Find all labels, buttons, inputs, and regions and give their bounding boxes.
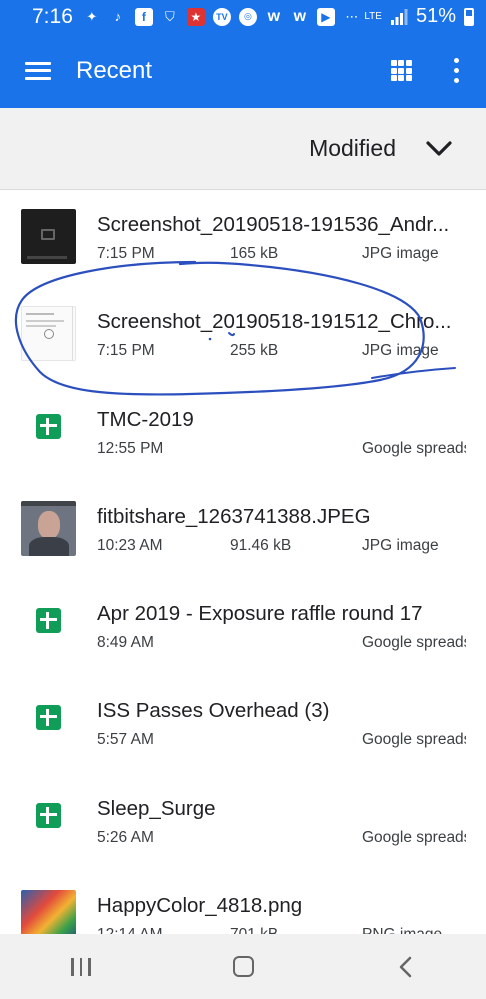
file-list: Screenshot_20190518-191536_Andr... 7:15 …: [0, 191, 486, 969]
file-name: Screenshot_20190518-191536_Andr...: [97, 213, 450, 236]
battery-fill: [466, 16, 472, 24]
tv-icon: TV: [212, 7, 231, 26]
file-name: Apr 2019 - Exposure raffle round 17: [97, 602, 423, 626]
sheets-icon: [36, 802, 61, 828]
file-row[interactable]: fitbitshare_1263741388.JPEG 10:23 AM 91.…: [0, 483, 486, 580]
magic-wand-icon: ✦: [86, 8, 98, 24]
file-name: Sleep_Surge: [97, 796, 216, 820]
file-type: Google spreadsheet: [362, 439, 466, 457]
sheets-icon: [36, 608, 61, 634]
back-button[interactable]: [324, 934, 486, 999]
grid-view-button[interactable]: [376, 33, 426, 108]
file-name: fitbitshare_1263741388.JPEG: [97, 504, 371, 528]
status-right: LTE 51%: [364, 5, 474, 28]
file-name: TMC-2019: [97, 407, 194, 431]
file-row[interactable]: Screenshot_20190518-191536_Andr... 7:15 …: [0, 191, 486, 288]
file-type: JPG image: [362, 245, 439, 262]
file-time: 7:15 PM: [97, 342, 155, 360]
file-type: Google spreadsheet: [362, 828, 466, 846]
network-type: LTE: [364, 10, 382, 22]
app-bar: Recent: [0, 33, 486, 108]
w-icon: w: [293, 7, 307, 25]
more-notifications-icon: ⋯: [345, 8, 359, 24]
file-row[interactable]: ISS Passes Overhead (3) 5:57 AM Google s…: [0, 677, 486, 774]
drive-recent-screen: 7:16 ✦ ♪ f ⛉ ★ TV ◎ w w ▶ ⋯ LTE 51% Rece…: [0, 0, 486, 999]
battery-icon: [464, 7, 474, 26]
home-icon: [232, 956, 254, 977]
file-type: Google spreadsheet: [362, 634, 466, 652]
menu-button[interactable]: [0, 33, 76, 108]
file-size: 165 kB: [230, 245, 279, 262]
screenshot-light-thumbnail: [21, 306, 76, 362]
file-row[interactable]: TMC-2019 12:55 PM Google spreadsheet: [0, 386, 486, 483]
file-type: JPG image: [362, 342, 439, 360]
file-name: HappyColor_4818.png: [97, 894, 303, 918]
file-row[interactable]: Sleep_Surge 5:26 AM Google spreadsheet: [0, 775, 486, 872]
signal-icon: [390, 8, 408, 26]
status-time: 7:16: [32, 4, 73, 28]
more-options-button[interactable]: [426, 33, 486, 108]
notification-icons: ✦ ♪ f ⛉ ★ TV ◎ w w ▶ ⋯: [83, 7, 361, 26]
home-button[interactable]: [162, 934, 324, 999]
w-icon: w: [267, 7, 281, 25]
file-time: 8:49 AM: [97, 634, 154, 652]
file-size: 91.46 kB: [230, 536, 292, 554]
sort-bar[interactable]: Modified: [0, 108, 486, 190]
file-type: Google spreadsheet: [362, 731, 466, 749]
photo-thumbnail: [21, 500, 76, 556]
file-row[interactable]: Screenshot_20190518-191512_Chro... 7:15 …: [0, 288, 486, 385]
system-nav-bar: [0, 934, 486, 999]
battery-percent: 51%: [415, 5, 456, 27]
hamburger-icon: [25, 61, 51, 80]
screenshot-dark-thumbnail: [21, 209, 76, 264]
sort-label: Modified: [309, 135, 396, 161]
sheets-icon: [36, 705, 61, 731]
sheets-icon: [36, 413, 61, 439]
file-time: 7:15 PM: [97, 245, 155, 262]
file-name: ISS Passes Overhead (3): [97, 699, 330, 723]
file-time: 10:23 AM: [97, 536, 163, 554]
shield-icon: ⛉: [164, 8, 175, 24]
youtube-icon: ▶: [316, 7, 335, 26]
grid-view-icon: [390, 60, 412, 81]
tiktok-icon: ♪: [114, 9, 122, 24]
file-row[interactable]: Apr 2019 - Exposure raffle round 17 8:49…: [0, 580, 486, 677]
file-name: Screenshot_20190518-191512_Chro...: [97, 310, 452, 334]
recent-apps-button[interactable]: [0, 934, 162, 999]
page-title: Recent: [76, 56, 153, 84]
facebook-icon: f: [134, 7, 153, 26]
file-type: JPG image: [362, 536, 439, 554]
file-time: 5:57 AM: [97, 731, 154, 749]
file-time: 5:26 AM: [97, 828, 154, 846]
file-size: 255 kB: [230, 342, 279, 360]
chevron-down-icon[interactable]: [426, 136, 452, 162]
file-time: 12:55 PM: [97, 439, 164, 457]
game-icon: ★: [186, 7, 205, 26]
status-bar: 7:16 ✦ ♪ f ⛉ ★ TV ◎ w w ▶ ⋯ LTE 51%: [0, 0, 486, 33]
more-vert-icon: [453, 58, 459, 83]
chrome-icon: ◎: [238, 7, 257, 26]
back-icon: [399, 956, 412, 977]
recent-apps-icon: [71, 957, 91, 976]
